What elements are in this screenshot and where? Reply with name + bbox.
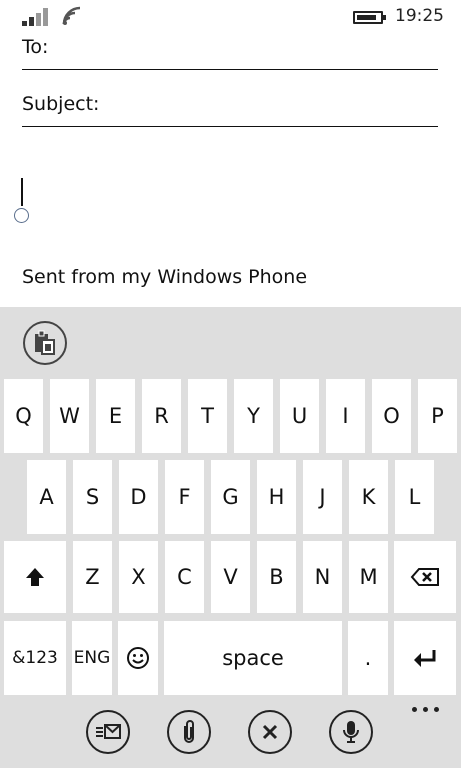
key-l[interactable]: L [395, 460, 434, 534]
clipboard-button[interactable] [23, 321, 67, 365]
key-a[interactable]: A [27, 460, 66, 534]
backspace-key[interactable] [394, 541, 456, 613]
on-screen-keyboard: QWERTYUIOP ASDFGHJKL ZXCVBNM &123 ENG sp… [0, 307, 461, 768]
status-time: 19:25 [395, 6, 444, 26]
key-x[interactable]: X [119, 541, 158, 613]
key-y[interactable]: Y [234, 379, 273, 453]
more-dots-icon[interactable] [412, 705, 442, 715]
send-button[interactable] [86, 710, 130, 754]
enter-key[interactable] [394, 621, 456, 695]
clipboard-icon [35, 330, 55, 355]
emoji-key[interactable] [118, 621, 158, 695]
close-icon [262, 724, 278, 740]
discard-button[interactable] [248, 710, 292, 754]
key-t[interactable]: T [188, 379, 227, 453]
send-email-icon [96, 724, 121, 739]
key-c[interactable]: C [165, 541, 204, 613]
symbols-key[interactable]: &123 [4, 621, 66, 695]
backspace-icon [410, 568, 439, 586]
key-k[interactable]: K [349, 460, 388, 534]
key-r[interactable]: R [142, 379, 181, 453]
key-u[interactable]: U [280, 379, 319, 453]
space-key[interactable]: space [164, 621, 342, 695]
smiley-icon [127, 647, 149, 669]
microphone-icon [343, 721, 359, 743]
key-v[interactable]: V [211, 541, 250, 613]
key-f[interactable]: F [165, 460, 204, 534]
enter-icon [414, 650, 436, 667]
key-j[interactable]: J [303, 460, 342, 534]
shift-key[interactable] [4, 541, 66, 613]
key-h[interactable]: H [257, 460, 296, 534]
subject-label: Subject: [22, 93, 100, 115]
language-key[interactable]: ENG [72, 621, 112, 695]
wifi-icon [62, 6, 81, 25]
key-s[interactable]: S [73, 460, 112, 534]
key-d[interactable]: D [119, 460, 158, 534]
to-label: To: [22, 36, 49, 58]
key-p[interactable]: P [418, 379, 457, 453]
key-e[interactable]: E [96, 379, 135, 453]
caret-gripper-handle[interactable] [14, 208, 29, 223]
battery-icon [353, 11, 386, 24]
key-w[interactable]: W [50, 379, 89, 453]
key-o[interactable]: O [372, 379, 411, 453]
subject-field[interactable]: Subject: [22, 91, 438, 127]
key-i[interactable]: I [326, 379, 365, 453]
period-key[interactable]: . [348, 621, 388, 695]
to-field[interactable]: To: [22, 34, 438, 70]
status-bar: 19:25 [0, 0, 461, 34]
email-signature[interactable]: Sent from my Windows Phone [22, 266, 307, 288]
key-z[interactable]: Z [73, 541, 112, 613]
key-g[interactable]: G [211, 460, 250, 534]
paperclip-icon [184, 720, 194, 743]
key-m[interactable]: M [349, 541, 388, 613]
key-n[interactable]: N [303, 541, 342, 613]
shift-arrow-icon [26, 568, 44, 586]
text-caret [21, 178, 23, 206]
key-b[interactable]: B [257, 541, 296, 613]
attach-button[interactable] [167, 710, 211, 754]
key-q[interactable]: Q [4, 379, 43, 453]
signal-bars-icon [22, 8, 54, 26]
dictate-button[interactable] [329, 710, 373, 754]
